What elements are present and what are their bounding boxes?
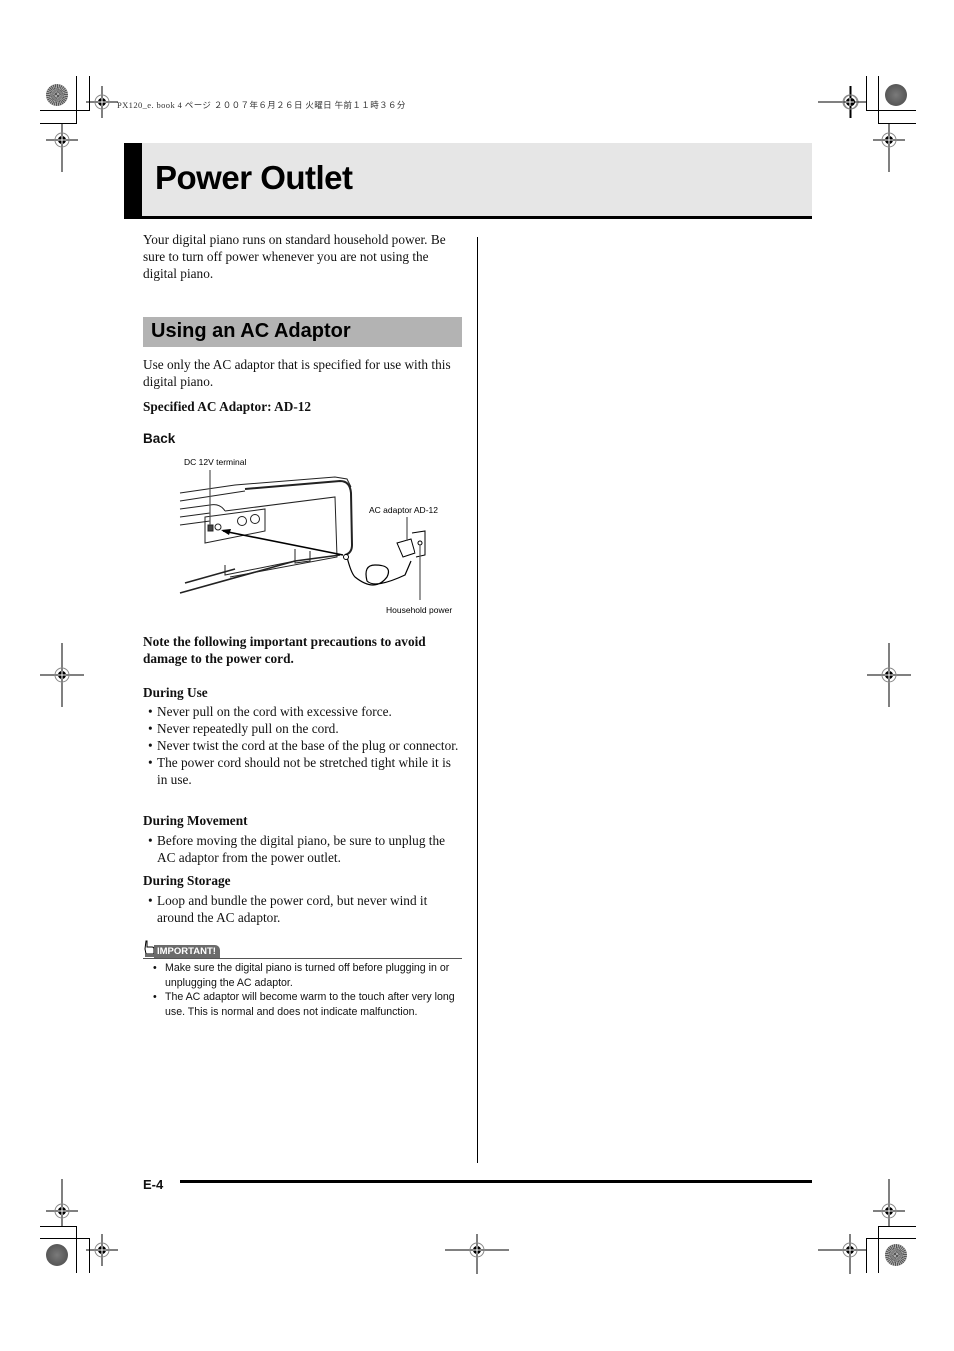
group-heading-use: During Use <box>143 685 208 700</box>
intro-paragraph: Your digital piano runs on standard hous… <box>143 232 446 281</box>
group-heading-storage: During Storage <box>143 873 231 888</box>
important-list: Make sure the digital piano is turned of… <box>143 961 465 1020</box>
household-power-label: Household power <box>386 605 453 615</box>
section-heading-bar: Using an AC Adaptor <box>143 317 462 347</box>
footer-rule <box>180 1180 812 1183</box>
color-target-icon <box>885 1244 907 1266</box>
print-metadata: PX120_e. book 4 ページ ２００７年６月２６日 火曜日 午前１１時… <box>117 100 406 110</box>
use-precautions-list: Never pull on the cord with excessive fo… <box>143 703 463 788</box>
dc-terminal-label: DC 12V terminal <box>184 457 247 467</box>
piano-back-illustration <box>179 470 426 600</box>
list-item: Never repeatedly pull on the cord. <box>143 720 463 737</box>
registration-mark-icon <box>867 643 911 707</box>
registration-mark-icon <box>46 124 78 172</box>
ac-adaptor-label: AC adaptor AD-12 <box>369 505 438 515</box>
figure-heading: Back <box>143 431 176 446</box>
movement-precautions-list: Before moving the digital piano, be sure… <box>143 832 463 866</box>
important-callout: IMPORTANT! <box>143 940 462 959</box>
list-item: Make sure the digital piano is turned of… <box>143 961 465 990</box>
list-item: The power cord should not be stretched t… <box>143 754 463 788</box>
registration-mark-icon <box>40 643 84 707</box>
registration-mark-icon <box>873 124 905 172</box>
color-target-icon <box>46 84 68 106</box>
page-title: Power Outlet <box>155 159 353 196</box>
list-item: Never pull on the cord with excessive fo… <box>143 703 463 720</box>
page-title-bar: Power Outlet <box>124 143 812 219</box>
list-item: The AC adaptor will become warm to the t… <box>143 990 465 1019</box>
storage-precautions-list: Loop and bundle the power cord, but neve… <box>143 892 463 926</box>
section-body: Use only the AC adaptor that is specifie… <box>143 357 451 389</box>
registration-mark-icon <box>818 86 866 118</box>
registration-mark-icon <box>873 1179 905 1227</box>
column-divider <box>477 237 478 1163</box>
registration-mark-icon <box>46 1179 78 1227</box>
section-title: Using an AC Adaptor <box>151 320 351 342</box>
list-item: Before moving the digital piano, be sure… <box>143 832 463 866</box>
registration-mark-icon <box>818 1234 866 1274</box>
color-target-icon <box>885 84 907 106</box>
important-label: IMPORTANT! <box>154 945 220 958</box>
registration-mark-icon <box>86 86 118 118</box>
title-accent <box>124 143 142 219</box>
group-heading-movement: During Movement <box>143 813 248 828</box>
registration-mark-icon <box>445 1234 509 1274</box>
specified-adaptor: Specified AC Adaptor: AD-12 <box>143 399 312 414</box>
precautions-intro: Note the following important precautions… <box>143 634 426 666</box>
page-number: E-4 <box>143 1177 164 1192</box>
list-item: Never twist the cord at the base of the … <box>143 737 463 754</box>
color-target-icon <box>46 1244 68 1266</box>
registration-mark-icon <box>86 1234 118 1266</box>
list-item: Loop and bundle the power cord, but neve… <box>143 892 463 926</box>
